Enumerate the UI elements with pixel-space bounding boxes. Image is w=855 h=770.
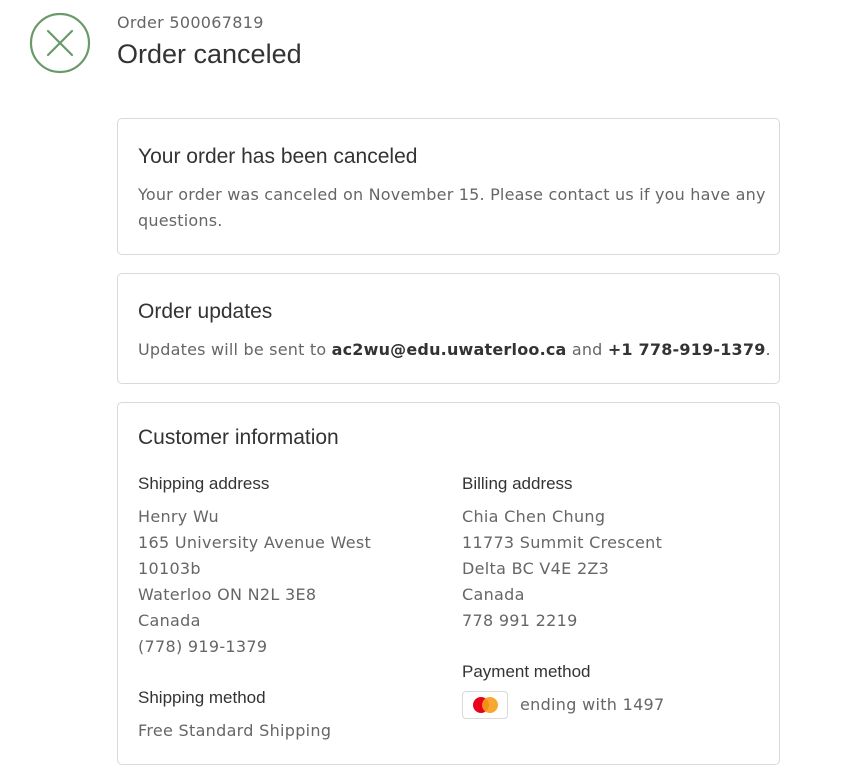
notification-email: ac2wu@edu.uwaterloo.ca: [331, 340, 567, 359]
updates-message: Updates will be sent to ac2wu@edu.uwater…: [138, 337, 778, 363]
updates-suffix: .: [765, 340, 771, 359]
card-title: Your order has been canceled: [138, 145, 418, 168]
billing-address-heading: Billing address: [462, 474, 573, 493]
card-title: Customer information: [138, 426, 339, 449]
billing-address-line: 11773 Summit Crescent: [462, 533, 663, 552]
shipping-address-line: 165 University Avenue West: [138, 533, 372, 552]
shipping-method-heading: Shipping method: [138, 688, 266, 707]
order-updates-card: Order updates Updates will be sent to ac…: [117, 273, 780, 384]
order-number: Order 500067819: [117, 13, 264, 32]
order-canceled-card: Your order has been canceled Your order …: [117, 118, 780, 255]
shipping-address-heading: Shipping address: [138, 474, 270, 493]
billing-address-line: Canada: [462, 585, 525, 604]
shipping-method-value: Free Standard Shipping: [138, 721, 332, 740]
shipping-address-line: Canada: [138, 611, 201, 630]
payment-method-value: ending with 1497: [520, 695, 665, 714]
shipping-address: Henry Wu 165 University Avenue West 1010…: [138, 504, 371, 660]
canceled-status-icon: [29, 12, 91, 74]
billing-address-line: 778 991 2219: [462, 611, 578, 630]
mastercard-icon: [462, 691, 508, 719]
shipping-address-line: 10103b: [138, 559, 201, 578]
billing-address: Chia Chen Chung 11773 Summit Crescent De…: [462, 504, 662, 634]
page-title: Order canceled: [117, 39, 302, 69]
payment-method-heading: Payment method: [462, 662, 591, 681]
billing-address-line: Chia Chen Chung: [462, 507, 606, 526]
shipping-address-line: (778) 919-1379: [138, 637, 268, 656]
updates-connector: and: [566, 340, 608, 359]
shipping-address-line: Henry Wu: [138, 507, 219, 526]
billing-address-line: Delta BC V4E 2Z3: [462, 559, 610, 578]
cancel-message: Your order was canceled on November 15. …: [138, 185, 766, 230]
shipping-address-line: Waterloo ON N2L 3E8: [138, 585, 317, 604]
card-title: Order updates: [138, 300, 273, 323]
updates-prefix: Updates will be sent to: [138, 340, 332, 359]
notification-phone: +1 778-919-1379: [607, 340, 766, 359]
